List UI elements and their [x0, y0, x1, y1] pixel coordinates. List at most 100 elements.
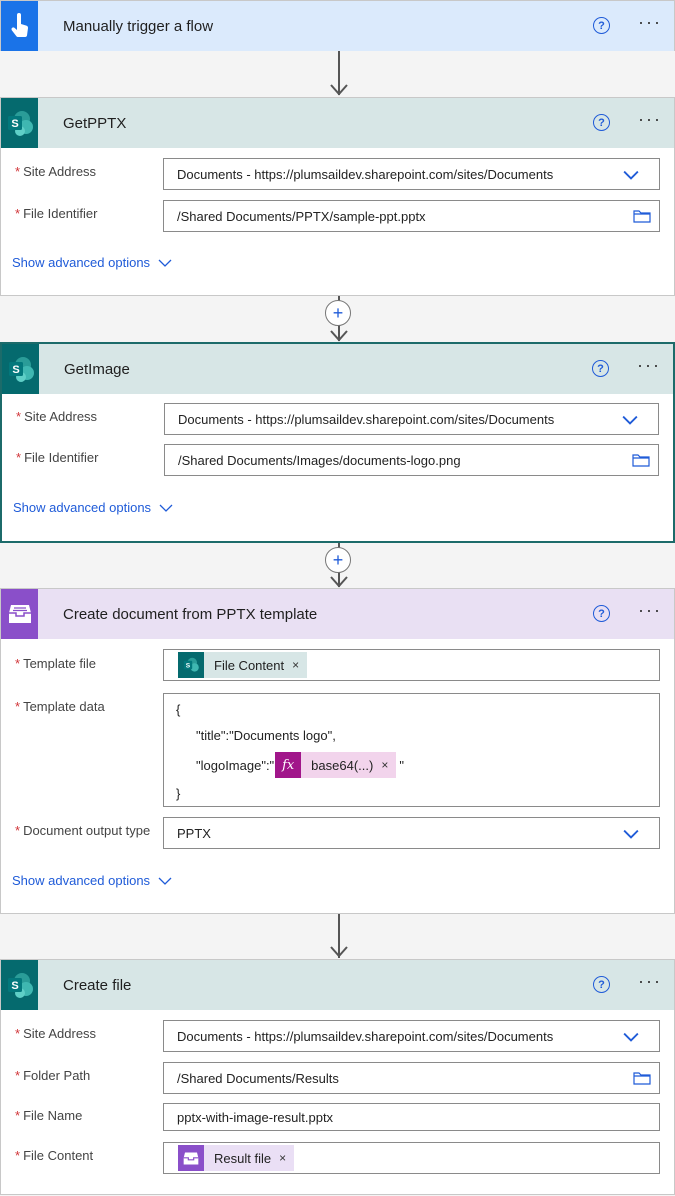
base64-expression-token[interactable]: fx base64(...) × [275, 752, 397, 778]
trigger-card[interactable]: Manually trigger a flow ? ··· [0, 0, 675, 51]
site-address-dropdown[interactable]: Documents - https://plumsaildev.sharepoi… [164, 403, 659, 435]
json-logo-key: "logoImage":" [196, 757, 275, 773]
svg-text:S: S [11, 980, 18, 992]
template-data-row: * Template data { "title":"Documents logo… [15, 693, 660, 807]
folder-path-input[interactable]: /Shared Documents/Results [163, 1062, 660, 1094]
help-icon[interactable]: ? [593, 976, 610, 993]
more-options-icon[interactable]: ··· [638, 601, 662, 619]
svg-text:S: S [11, 118, 18, 130]
create-file-card[interactable]: S Create file ? ··· * Site Address Docume… [0, 959, 675, 1195]
show-advanced-options-link[interactable]: Show advanced options [13, 500, 173, 515]
sharepoint-icon: S [1, 98, 38, 148]
archive-box-icon [1, 589, 38, 639]
template-data-label: * Template data [15, 699, 105, 714]
create-document-card[interactable]: Create document from PPTX template ? ···… [0, 588, 675, 914]
json-logo-end: " [399, 757, 404, 773]
help-icon[interactable]: ? [593, 114, 610, 131]
help-icon[interactable]: ? [593, 605, 610, 622]
file-identifier-label: * File Identifier [16, 450, 99, 465]
getimage-card[interactable]: S GetImage ? ··· * Site Address Documents… [0, 342, 675, 543]
folder-path-row: * Folder Path /Shared Documents/Results [15, 1062, 660, 1094]
add-step-button[interactable]: + [325, 300, 351, 326]
show-advanced-options-link[interactable]: Show advanced options [12, 255, 172, 270]
file-name-value: pptx-with-image-result.pptx [177, 1109, 334, 1125]
json-title-line: "title":"Documents logo", [196, 728, 336, 743]
file-content-row: * File Content Result file × [15, 1142, 660, 1174]
site-address-value: Documents - https://plumsaildev.sharepoi… [178, 411, 555, 427]
file-name-input[interactable]: pptx-with-image-result.pptx [163, 1103, 660, 1131]
folder-path-label: * Folder Path [15, 1068, 91, 1083]
help-icon[interactable]: ? [593, 17, 610, 34]
more-options-icon[interactable]: ··· [638, 972, 662, 990]
chevron-down-icon[interactable] [623, 170, 639, 180]
trigger-header[interactable]: Manually trigger a flow ? ··· [1, 1, 674, 51]
chevron-down-icon [158, 877, 172, 885]
site-address-label: * Site Address [16, 409, 98, 424]
output-type-label: * Document output type [15, 823, 151, 838]
site-address-value: Documents - https://plumsaildev.sharepoi… [177, 166, 554, 182]
chevron-down-icon[interactable] [622, 415, 638, 425]
file-identifier-row: * File Identifier /Shared Documents/Image… [16, 444, 659, 476]
getpptx-title: GetPPTX [63, 114, 127, 132]
file-content-token-label: File Content [214, 657, 285, 673]
function-fx-icon: fx [275, 752, 302, 778]
json-close-brace: } [176, 786, 181, 801]
show-advanced-options-link[interactable]: Show advanced options [12, 873, 172, 888]
trigger-title: Manually trigger a flow [63, 17, 214, 35]
file-identifier-value: /Shared Documents/Images/documents-logo.… [178, 452, 461, 468]
json-logo-line: "logoImage":" fx base64(...) × " [196, 752, 404, 778]
help-icon[interactable]: ? [592, 360, 609, 377]
remove-token-icon[interactable]: × [292, 658, 299, 672]
folder-icon[interactable] [632, 453, 650, 467]
folder-icon[interactable] [633, 1071, 651, 1085]
getimage-title: GetImage [64, 360, 130, 378]
site-address-label: * Site Address [15, 164, 97, 179]
folder-icon[interactable] [633, 209, 651, 223]
more-options-icon[interactable]: ··· [637, 356, 661, 374]
result-file-token-label: Result file [214, 1150, 272, 1166]
site-address-row: * Site Address Documents - https://plumsa… [15, 1020, 660, 1052]
arrow-down-icon [330, 946, 348, 958]
file-content-input[interactable]: Result file × [163, 1142, 660, 1174]
file-name-row: * File Name pptx-with-image-result.pptx [15, 1103, 660, 1131]
base64-token-label: base64(...) [311, 757, 374, 773]
chevron-down-icon [158, 259, 172, 267]
svg-text:S: S [186, 662, 191, 669]
file-content-label: * File Content [15, 1148, 94, 1163]
site-address-label: * Site Address [15, 1026, 97, 1041]
getimage-header[interactable]: S GetImage ? ··· [2, 344, 673, 394]
more-options-icon[interactable]: ··· [638, 110, 662, 128]
archive-box-icon [178, 1145, 204, 1171]
sharepoint-icon: S [1, 960, 38, 1010]
sharepoint-icon: S [178, 652, 204, 678]
create-file-title: Create file [63, 976, 132, 994]
folder-path-value: /Shared Documents/Results [177, 1070, 339, 1086]
template-data-editor[interactable]: { "title":"Documents logo", "logoImage":… [163, 693, 660, 807]
getpptx-card[interactable]: S GetPPTX ? ··· * Site Address Documents … [0, 97, 675, 296]
create-document-header[interactable]: Create document from PPTX template ? ··· [1, 589, 674, 639]
sharepoint-icon: S [2, 344, 39, 394]
result-file-token[interactable]: Result file × [178, 1145, 295, 1171]
output-type-dropdown[interactable]: PPTX [163, 817, 660, 849]
hand-touch-icon [1, 1, 38, 51]
remove-token-icon[interactable]: × [279, 1151, 286, 1165]
arrow-down-icon [330, 576, 348, 588]
remove-token-icon[interactable]: × [381, 758, 388, 772]
site-address-dropdown[interactable]: Documents - https://plumsaildev.sharepoi… [163, 1020, 660, 1052]
site-address-dropdown[interactable]: Documents - https://plumsaildev.sharepoi… [163, 158, 660, 190]
chevron-down-icon[interactable] [623, 829, 639, 839]
file-content-token[interactable]: S File Content × [178, 652, 308, 678]
file-identifier-value: /Shared Documents/PPTX/sample-ppt.pptx [177, 208, 426, 224]
chevron-down-icon[interactable] [623, 1032, 639, 1042]
template-file-input[interactable]: S File Content × [163, 649, 660, 681]
chevron-down-icon [159, 504, 173, 512]
more-options-icon[interactable]: ··· [638, 13, 662, 31]
create-file-header[interactable]: S Create file ? ··· [1, 960, 674, 1010]
file-identifier-row: * File Identifier /Shared Documents/PPTX/… [15, 200, 660, 232]
add-step-button[interactable]: + [325, 547, 351, 573]
getpptx-header[interactable]: S GetPPTX ? ··· [1, 98, 674, 148]
file-identifier-input[interactable]: /Shared Documents/PPTX/sample-ppt.pptx [163, 200, 660, 232]
site-address-row: * Site Address Documents - https://plumsa… [15, 158, 660, 190]
site-address-value: Documents - https://plumsaildev.sharepoi… [177, 1028, 554, 1044]
file-identifier-input[interactable]: /Shared Documents/Images/documents-logo.… [164, 444, 659, 476]
